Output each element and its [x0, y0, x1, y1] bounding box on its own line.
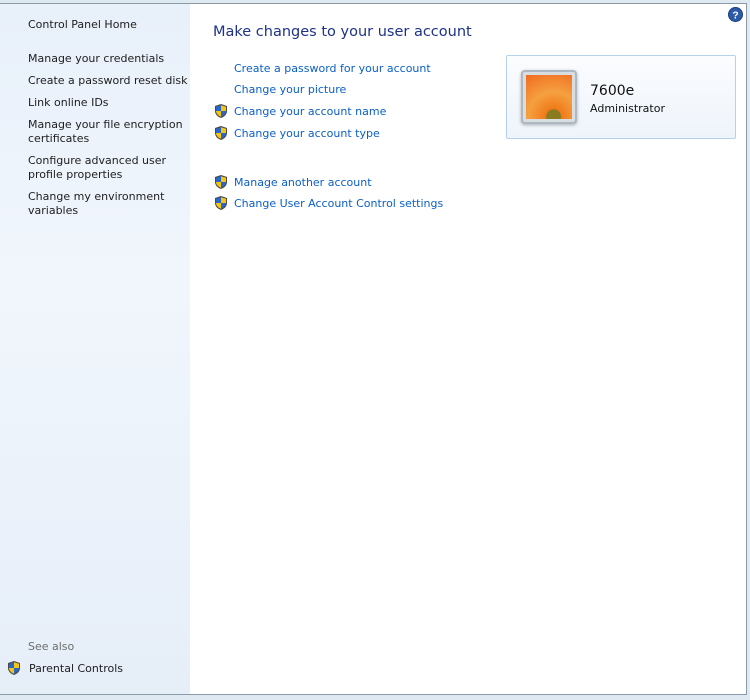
uac-shield-icon — [213, 174, 229, 190]
page-title: Make changes to your user account — [213, 24, 472, 40]
task-label: Change User Account Control settings — [234, 196, 444, 210]
task-change-picture[interactable]: Change your picture — [213, 83, 346, 96]
sidebar-control-panel-home[interactable]: Control Panel Home — [28, 18, 188, 32]
svg-text:?: ? — [732, 10, 738, 21]
uac-shield-icon — [213, 125, 229, 141]
help-icon[interactable]: ? — [728, 7, 743, 22]
task-create-password[interactable]: Create a password for your account — [213, 62, 431, 75]
task-change-account-type[interactable]: Change your account type — [213, 125, 380, 141]
orange-flower-picture — [526, 75, 572, 119]
sidebar-link-online-ids[interactable]: Link online IDs — [28, 96, 188, 110]
task-label: Create a password for your account — [234, 62, 431, 75]
task-label: Change your account name — [234, 104, 387, 118]
task-uac-settings[interactable]: Change User Account Control settings — [213, 195, 443, 211]
uac-shield-icon — [213, 195, 229, 211]
account-name: 7600e — [590, 83, 635, 99]
sidebar: Control Panel Home Manage your credentia… — [0, 4, 190, 694]
task-label: Change your picture — [234, 83, 347, 96]
sidebar-password-reset-disk[interactable]: Create a password reset disk — [28, 74, 188, 88]
parental-controls-label: Parental Controls — [29, 661, 123, 675]
sidebar-environment-variables[interactable]: Change my environment variables — [28, 190, 168, 218]
task-label: Manage another account — [234, 175, 372, 189]
see-also-parental-controls[interactable]: Parental Controls — [6, 660, 123, 676]
uac-shield-icon — [213, 103, 229, 119]
task-change-account-name[interactable]: Change your account name — [213, 103, 386, 119]
sidebar-advanced-profile[interactable]: Configure advanced user profile properti… — [28, 154, 168, 182]
uac-shield-icon — [6, 660, 22, 676]
account-tile: 7600e Administrator — [506, 55, 736, 139]
account-picture[interactable] — [521, 70, 577, 124]
task-label: Change your account type — [234, 126, 380, 140]
account-role: Administrator — [590, 102, 665, 115]
task-manage-another-account[interactable]: Manage another account — [213, 174, 372, 190]
sidebar-file-encryption[interactable]: Manage your file encryption certificates — [28, 118, 188, 146]
control-panel-window: Control Panel Home Manage your credentia… — [0, 3, 747, 695]
sidebar-manage-credentials[interactable]: Manage your credentials — [28, 52, 188, 66]
see-also-label: See also — [28, 640, 75, 653]
